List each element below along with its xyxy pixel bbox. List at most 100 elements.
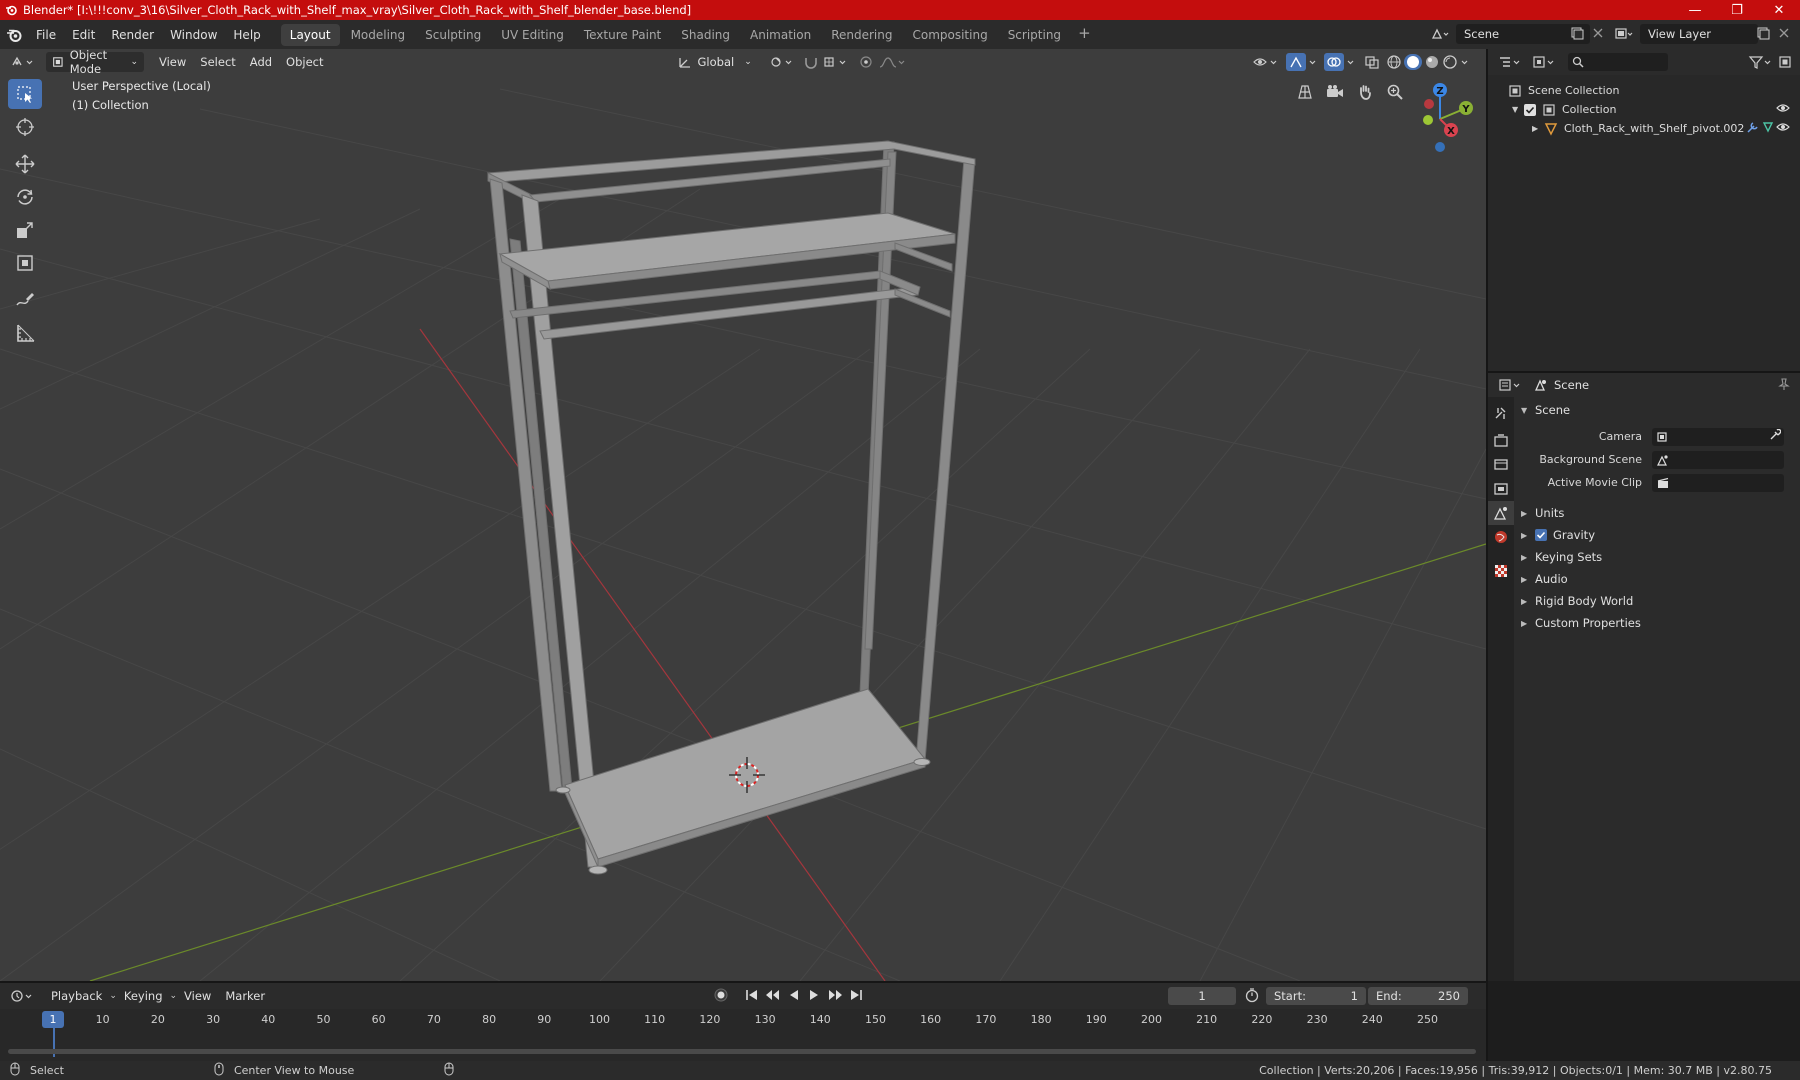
outliner-editor-type-icon[interactable] xyxy=(1498,55,1524,69)
outliner-row-object[interactable]: ▶ Cloth_Rack_with_Shelf_pivot.002 xyxy=(1488,119,1800,138)
object-mode-dropdown[interactable]: Object Mode ⌄ xyxy=(46,49,144,76)
transform-tool[interactable] xyxy=(8,248,42,278)
overlays-dropdown-icon[interactable] xyxy=(1346,55,1356,69)
play-button[interactable] xyxy=(806,988,822,1005)
view-layer-browse-icon[interactable] xyxy=(1614,26,1634,45)
scene-browse-icon[interactable] xyxy=(1430,26,1450,45)
current-frame-indicator[interactable]: 1 xyxy=(42,1011,64,1028)
active-movie-clip-field[interactable] xyxy=(1652,473,1784,492)
delete-scene-icon[interactable] xyxy=(1592,26,1604,43)
viewport-menu-view[interactable]: View xyxy=(152,55,193,69)
units-panel-header[interactable]: ▶ Units xyxy=(1515,502,1800,524)
collection-exclude-checkbox[interactable] xyxy=(1524,103,1536,116)
outliner-row-scene-collection[interactable]: Scene Collection xyxy=(1488,81,1800,100)
timeline-menu-view[interactable]: View xyxy=(177,989,218,1003)
overlays-toggle-icon[interactable] xyxy=(1324,53,1344,71)
falloff-icon[interactable] xyxy=(878,55,908,69)
viewport-menu-add[interactable]: Add xyxy=(243,55,279,69)
tab-uv-editing[interactable]: UV Editing xyxy=(492,24,573,46)
rotate-tool[interactable] xyxy=(8,182,42,212)
navigation-gizmo[interactable]: Z Y X xyxy=(1400,77,1480,157)
gizmo-toggle-icon[interactable] xyxy=(1286,53,1306,71)
tab-scene[interactable] xyxy=(1488,501,1514,525)
view-layer-selector[interactable]: View Layer xyxy=(1640,24,1758,44)
menu-edit[interactable]: Edit xyxy=(64,24,103,46)
new-scene-icon[interactable] xyxy=(1570,26,1584,43)
mesh-data-icon[interactable] xyxy=(1762,121,1774,136)
gizmo-neg-z-axis[interactable] xyxy=(1435,142,1445,152)
display-mode-icon[interactable] xyxy=(1532,55,1558,69)
modifier-wrench-icon[interactable] xyxy=(1746,121,1760,136)
jump-keyframe-back-button[interactable] xyxy=(764,988,782,1005)
snap-icon[interactable] xyxy=(802,55,820,69)
eye-icon[interactable] xyxy=(1776,121,1790,136)
solid-shading-icon[interactable] xyxy=(1404,54,1422,70)
tab-modeling[interactable]: Modeling xyxy=(342,24,415,46)
tab-tool[interactable] xyxy=(1488,401,1514,425)
material-shading-icon[interactable] xyxy=(1424,54,1440,70)
tab-scripting[interactable]: Scripting xyxy=(999,24,1070,46)
gravity-panel-header[interactable]: ▶ Gravity xyxy=(1515,524,1800,546)
jump-keyframe-forward-button[interactable] xyxy=(826,988,844,1005)
stopwatch-icon[interactable] xyxy=(1244,987,1260,1006)
timeline-menu-marker[interactable]: Marker xyxy=(218,989,272,1003)
custom-properties-panel-header[interactable]: ▶ Custom Properties xyxy=(1515,612,1800,634)
tab-world[interactable] xyxy=(1488,525,1514,549)
new-collection-icon[interactable] xyxy=(1778,55,1792,69)
tab-compositing[interactable]: Compositing xyxy=(903,24,996,46)
jump-end-button[interactable] xyxy=(848,988,864,1005)
record-button[interactable] xyxy=(712,986,730,1007)
menu-render[interactable]: Render xyxy=(103,24,162,46)
gravity-checkbox[interactable] xyxy=(1535,529,1547,541)
camera-view-icon[interactable] xyxy=(1322,79,1348,105)
wireframe-shading-icon[interactable] xyxy=(1386,54,1402,70)
delete-view-layer-icon[interactable] xyxy=(1778,26,1790,43)
tab-texture[interactable] xyxy=(1488,559,1514,583)
end-frame-field[interactable]: End: 250 xyxy=(1368,987,1468,1005)
tab-animation[interactable]: Animation xyxy=(741,24,820,46)
scene-panel-header[interactable]: ▼ Scene xyxy=(1515,399,1800,421)
snap-target-icon[interactable] xyxy=(822,55,852,69)
timeline-scrollbar[interactable] xyxy=(8,1049,1476,1054)
timeline-ruler[interactable]: 1 10 20 30 40 50 60 70 80 90 100 110 120 130 140 150 16… xyxy=(0,1009,1486,1031)
menu-window[interactable]: Window xyxy=(162,24,225,46)
eyedropper-icon[interactable] xyxy=(1769,428,1782,444)
cursor-tool[interactable] xyxy=(8,112,42,142)
menu-help[interactable]: Help xyxy=(225,24,268,46)
menu-file[interactable]: File xyxy=(28,24,64,46)
filter-icon[interactable] xyxy=(1748,55,1774,69)
tab-texture-paint[interactable]: Texture Paint xyxy=(575,24,670,46)
annotate-tool[interactable] xyxy=(8,285,42,315)
tab-render[interactable] xyxy=(1488,429,1514,453)
blender-menu-icon[interactable] xyxy=(0,27,28,43)
gizmo-dropdown-icon[interactable] xyxy=(1308,55,1318,69)
expand-triangle-icon[interactable]: ▼ xyxy=(1512,105,1524,114)
eye-icon[interactable] xyxy=(1776,102,1790,117)
new-view-layer-icon[interactable] xyxy=(1756,26,1770,43)
measure-tool[interactable] xyxy=(8,318,42,348)
maximize-button[interactable]: ❐ xyxy=(1716,0,1758,20)
gizmo-neg-y-axis[interactable] xyxy=(1423,115,1433,125)
gizmo-neg-x-axis[interactable] xyxy=(1424,99,1434,109)
tab-view-layer[interactable] xyxy=(1488,477,1514,501)
jump-start-button[interactable] xyxy=(744,988,760,1005)
pin-icon[interactable] xyxy=(1778,377,1790,394)
current-frame-field[interactable]: 1 xyxy=(1168,987,1236,1005)
viewport-scene[interactable] xyxy=(0,49,1486,981)
toggle-perspective-icon[interactable] xyxy=(1292,79,1318,105)
outliner-search-input[interactable] xyxy=(1568,53,1668,71)
rigid-body-world-panel-header[interactable]: ▶ Rigid Body World xyxy=(1515,590,1800,612)
tab-layout[interactable]: Layout xyxy=(280,23,340,46)
proportional-edit-icon[interactable] xyxy=(858,55,874,69)
close-button[interactable]: ✕ xyxy=(1758,0,1800,20)
rendered-shading-icon[interactable] xyxy=(1442,54,1458,70)
properties-editor-type-icon[interactable] xyxy=(1498,378,1524,392)
viewport-menu-object[interactable]: Object xyxy=(279,55,330,69)
tab-sculpting[interactable]: Sculpting xyxy=(416,24,490,46)
expand-triangle-icon[interactable]: ▶ xyxy=(1532,124,1544,133)
keying-sets-panel-header[interactable]: ▶ Keying Sets xyxy=(1515,546,1800,568)
scale-tool[interactable] xyxy=(8,215,42,245)
visibility-selectability-icon[interactable] xyxy=(1252,55,1282,69)
minimize-button[interactable]: — xyxy=(1674,0,1716,20)
transform-orientation-dropdown[interactable]: Global ⌄ xyxy=(671,52,758,72)
